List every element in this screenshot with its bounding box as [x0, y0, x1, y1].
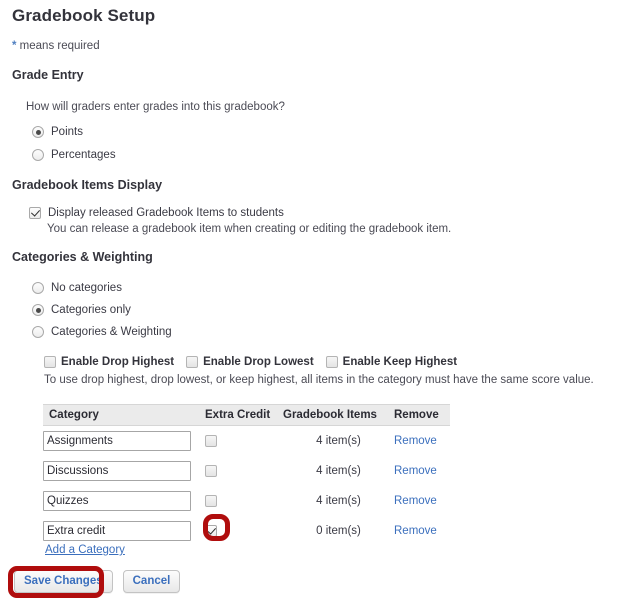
gradebook-items-count: 0 item(s)	[316, 525, 361, 537]
remove-link[interactable]: Remove	[394, 525, 437, 537]
remove-cell: Remove	[394, 435, 450, 447]
extra-credit-cell	[205, 495, 283, 507]
table-row: 4 item(s) Remove	[43, 426, 450, 456]
remove-link[interactable]: Remove	[394, 465, 437, 477]
grade-entry-question: How will graders enter grades into this …	[26, 101, 285, 113]
extra-credit-checkbox-icon[interactable]	[205, 525, 217, 537]
action-buttons: Save Changes Cancel	[14, 570, 181, 593]
extra-credit-checkbox-icon[interactable]	[205, 465, 217, 477]
radio-points-label: Points	[51, 126, 83, 138]
radio-no-categories-label: No categories	[51, 282, 122, 294]
table-row: 0 item(s) Remove	[43, 516, 450, 546]
checkbox-enable-drop-lowest[interactable]: Enable Drop Lowest	[186, 356, 314, 368]
category-name-input[interactable]	[43, 521, 191, 541]
remove-link[interactable]: Remove	[394, 495, 437, 507]
checkbox-enable-keep-highest[interactable]: Enable Keep Highest	[325, 356, 458, 368]
column-header-extra-credit: Extra Credit	[205, 409, 271, 421]
checkbox-enable-drop-highest[interactable]: Enable Drop Highest	[44, 356, 174, 368]
remove-cell: Remove	[394, 495, 450, 507]
category-name-input[interactable]	[43, 491, 191, 511]
checkbox-display-released-icon[interactable]	[29, 207, 41, 219]
table-row: 4 item(s) Remove	[43, 456, 450, 486]
add-category-link[interactable]: Add a Category	[45, 544, 125, 556]
radio-option-points[interactable]: Points	[32, 126, 83, 138]
radio-no-categories-icon[interactable]	[32, 282, 44, 294]
checkbox-enable-drop-highest-icon[interactable]	[44, 356, 56, 368]
column-header-remove: Remove	[394, 409, 439, 421]
radio-percentages-label: Percentages	[51, 149, 116, 161]
drop-options-helper: To use drop highest, drop lowest, or kee…	[44, 374, 594, 386]
checkbox-enable-keep-highest-icon[interactable]	[325, 356, 338, 368]
gradebook-items-count: 4 item(s)	[316, 495, 361, 507]
checkbox-enable-drop-highest-label: Enable Drop Highest	[61, 356, 175, 368]
gradebook-setup-page: Gradebook Setup * means required Grade E…	[0, 0, 640, 609]
checkbox-display-released-label: Display released Gradebook Items to stud…	[48, 207, 284, 219]
category-table-header: Category Extra Credit Gradebook Items Re…	[43, 404, 450, 426]
cancel-button[interactable]: Cancel	[122, 570, 181, 593]
table-row: 4 item(s) Remove	[43, 486, 450, 516]
category-name-cell	[43, 461, 205, 481]
checkbox-enable-drop-lowest-label: Enable Drop Lowest	[203, 356, 314, 368]
remove-cell: Remove	[394, 525, 450, 537]
radio-categories-weighting-label: Categories & Weighting	[51, 326, 172, 338]
section-title-items-display: Gradebook Items Display	[12, 178, 163, 192]
radio-option-categories-only[interactable]: Categories only	[32, 304, 131, 316]
save-button[interactable]: Save Changes	[14, 570, 113, 593]
category-name-cell	[43, 521, 205, 541]
checkbox-enable-keep-highest-label: Enable Keep Highest	[342, 356, 458, 368]
category-table: Category Extra Credit Gradebook Items Re…	[43, 404, 450, 546]
required-note: * means required	[12, 40, 100, 52]
category-name-input[interactable]	[43, 461, 191, 481]
radio-option-percentages[interactable]: Percentages	[32, 149, 116, 161]
extra-credit-cell	[205, 435, 283, 447]
checkbox-display-released[interactable]: Display released Gradebook Items to stud…	[29, 207, 284, 219]
category-name-cell	[43, 491, 205, 511]
checkbox-enable-drop-lowest-icon[interactable]	[186, 356, 199, 368]
section-title-categories-weighting: Categories & Weighting	[12, 250, 153, 264]
radio-points-icon[interactable]	[32, 126, 44, 138]
radio-categories-only-label: Categories only	[51, 304, 131, 316]
radio-categories-only-icon[interactable]	[32, 304, 44, 316]
required-note-text: means required	[16, 40, 100, 52]
remove-link[interactable]: Remove	[394, 435, 437, 447]
extra-credit-checkbox-icon[interactable]	[205, 435, 217, 447]
extra-credit-cell	[205, 465, 283, 477]
extra-credit-cell	[205, 525, 283, 537]
radio-categories-weighting-icon[interactable]	[32, 326, 44, 338]
section-title-grade-entry: Grade Entry	[12, 68, 84, 82]
column-header-gradebook-items: Gradebook Items	[283, 409, 377, 421]
drop-options-row: Enable Drop Highest Enable Drop Lowest E…	[44, 356, 463, 368]
gradebook-items-count: 4 item(s)	[316, 465, 361, 477]
radio-option-no-categories[interactable]: No categories	[32, 282, 122, 294]
gradebook-items-count: 4 item(s)	[316, 435, 361, 447]
column-header-category: Category	[49, 409, 99, 421]
radio-percentages-icon[interactable]	[32, 149, 44, 161]
extra-credit-checkbox-icon[interactable]	[205, 495, 217, 507]
remove-cell: Remove	[394, 465, 450, 477]
category-name-cell	[43, 431, 205, 451]
category-name-input[interactable]	[43, 431, 191, 451]
items-display-helper: You can release a gradebook item when cr…	[47, 223, 452, 235]
radio-option-categories-weighting[interactable]: Categories & Weighting	[32, 326, 172, 338]
page-title: Gradebook Setup	[12, 6, 156, 25]
